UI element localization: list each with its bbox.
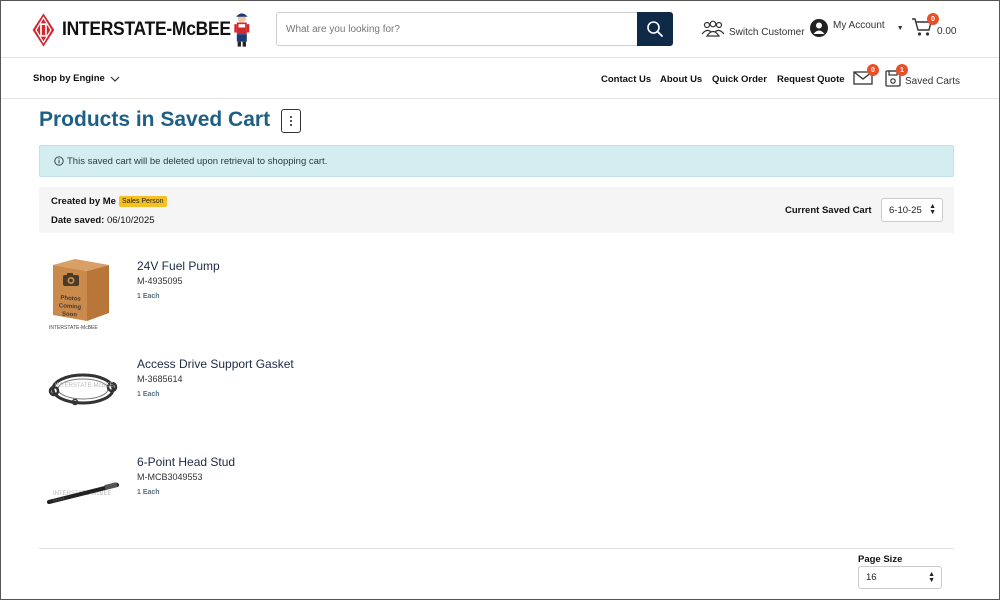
nav-contact-us[interactable]: Contact Us: [601, 74, 651, 85]
messages-button[interactable]: 0: [853, 64, 879, 86]
page-frame: INTERSTATE-McBEE What are you looking fo…: [0, 0, 1000, 600]
saved-carts-label: Saved Carts: [905, 76, 961, 87]
switch-customer-button[interactable]: Switch Customer: [701, 20, 805, 38]
stud-image-icon: INTERSTATE-McBEE: [47, 482, 119, 504]
info-icon: [54, 156, 64, 166]
page-size-select[interactable]: 16 ▲ ▼: [858, 566, 942, 589]
nav-about-us[interactable]: About Us: [660, 74, 702, 85]
box-photo-icon: [53, 259, 109, 321]
kebab-dot-icon: [290, 116, 292, 118]
current-saved-cart-label: Current Saved Cart: [785, 205, 872, 216]
image-brand: INTERSTATE-McBEE: [49, 325, 98, 331]
created-by: Created by Me Sales Person: [51, 196, 167, 207]
kebab-dot-icon: [290, 124, 292, 126]
search-bar: [276, 12, 673, 46]
kebab-dot-icon: [290, 120, 292, 122]
cart-item: Photos Coming Soon INTERSTATE-McBEE 24V …: [39, 251, 539, 341]
item-qty: 1 Each: [137, 391, 160, 398]
date-saved-label: Date saved:: [51, 215, 105, 226]
sales-person-badge: Sales Person: [118, 196, 167, 207]
select-caret-icon: ▲ ▼: [929, 203, 936, 216]
item-name[interactable]: 6-Point Head Stud: [137, 455, 235, 469]
image-caption: Photos Coming Soon: [58, 295, 82, 319]
messages-count-badge: 0: [867, 64, 879, 76]
date-saved: Date saved: 06/10/2025: [51, 215, 155, 226]
saved-carts-count-badge: 1: [896, 64, 908, 76]
cart-total: 0.00: [937, 25, 957, 37]
product-image[interactable]: INTERSTATE-McBEE: [45, 349, 121, 433]
nav-quick-order[interactable]: Quick Order: [712, 74, 767, 85]
page-title: Products in Saved Cart: [39, 108, 271, 131]
main-nav: Shop by Engine Contact Us About Us Quick…: [1, 59, 999, 99]
switch-customer-label: Switch Customer: [729, 26, 805, 38]
current-saved-cart-select[interactable]: 6-10-25 ▲ ▼: [881, 198, 943, 222]
product-image[interactable]: INTERSTATE-McBEE: [45, 447, 121, 531]
saved-carts-button[interactable]: Saved Carts 1: [885, 64, 961, 87]
my-account-button[interactable]: My Account ▼: [809, 18, 904, 38]
shop-by-engine-label: Shop by Engine: [33, 73, 105, 84]
mascot-icon: [234, 13, 250, 47]
brand-name: INTERSTATE-McBEE: [61, 19, 231, 40]
info-alert: This saved cart will be deleted upon ret…: [39, 145, 954, 177]
site-header: INTERSTATE-McBEE What are you looking fo…: [1, 1, 999, 58]
users-icon: [701, 20, 725, 37]
nav-request-quote[interactable]: Request Quote: [777, 74, 845, 85]
item-qty: 1 Each: [137, 293, 160, 300]
product-image-placeholder[interactable]: Photos Coming Soon INTERSTATE-McBEE: [45, 251, 121, 335]
item-sku: M-4935095: [137, 276, 183, 286]
item-sku: M-MCB3049553: [137, 472, 203, 482]
my-account-label: My Account: [833, 19, 885, 31]
divider: [39, 548, 954, 549]
item-name[interactable]: Access Drive Support Gasket: [137, 357, 294, 371]
cart-button[interactable]: 0.00 0: [911, 13, 957, 37]
gasket-image-icon: INTERSTATE-McBEE: [48, 373, 118, 406]
cart-item: INTERSTATE-McBEE Access Drive Support Ga…: [39, 349, 539, 439]
more-options-button[interactable]: [281, 109, 301, 133]
search-button[interactable]: [637, 12, 673, 46]
alert-text: This saved cart will be deleted upon ret…: [67, 155, 328, 167]
search-icon: [647, 21, 663, 37]
date-saved-value: 06/10/2025: [106, 215, 155, 226]
page-size-label: Page Size: [858, 554, 903, 565]
search-input[interactable]: [277, 13, 637, 45]
select-caret-icon: ▲ ▼: [928, 570, 935, 584]
item-name[interactable]: 24V Fuel Pump: [137, 259, 220, 273]
chevron-down-icon: [110, 76, 120, 82]
current-saved-cart-value: 6-10-25: [889, 204, 922, 216]
item-qty: 1 Each: [137, 489, 160, 496]
logo-diamond-icon: [32, 13, 55, 47]
cart-item: INTERSTATE-McBEE 6-Point Head Stud M-MCB…: [39, 447, 539, 537]
brand-logo[interactable]: INTERSTATE-McBEE: [31, 7, 253, 53]
saved-cart-info-panel: Created by Me Sales Person Date saved: 0…: [39, 187, 954, 233]
account-icon: [810, 19, 828, 37]
shop-by-engine-menu[interactable]: Shop by Engine: [33, 73, 121, 84]
svg-text:INTERSTATE-McBEE: INTERSTATE-McBEE: [55, 383, 113, 389]
page-size-value: 16: [866, 572, 877, 583]
item-sku: M-3685614: [137, 374, 183, 384]
created-by-label: Created by Me: [51, 196, 116, 207]
cart-count-badge: 0: [927, 13, 939, 25]
account-caret-icon: ▼: [896, 24, 904, 32]
